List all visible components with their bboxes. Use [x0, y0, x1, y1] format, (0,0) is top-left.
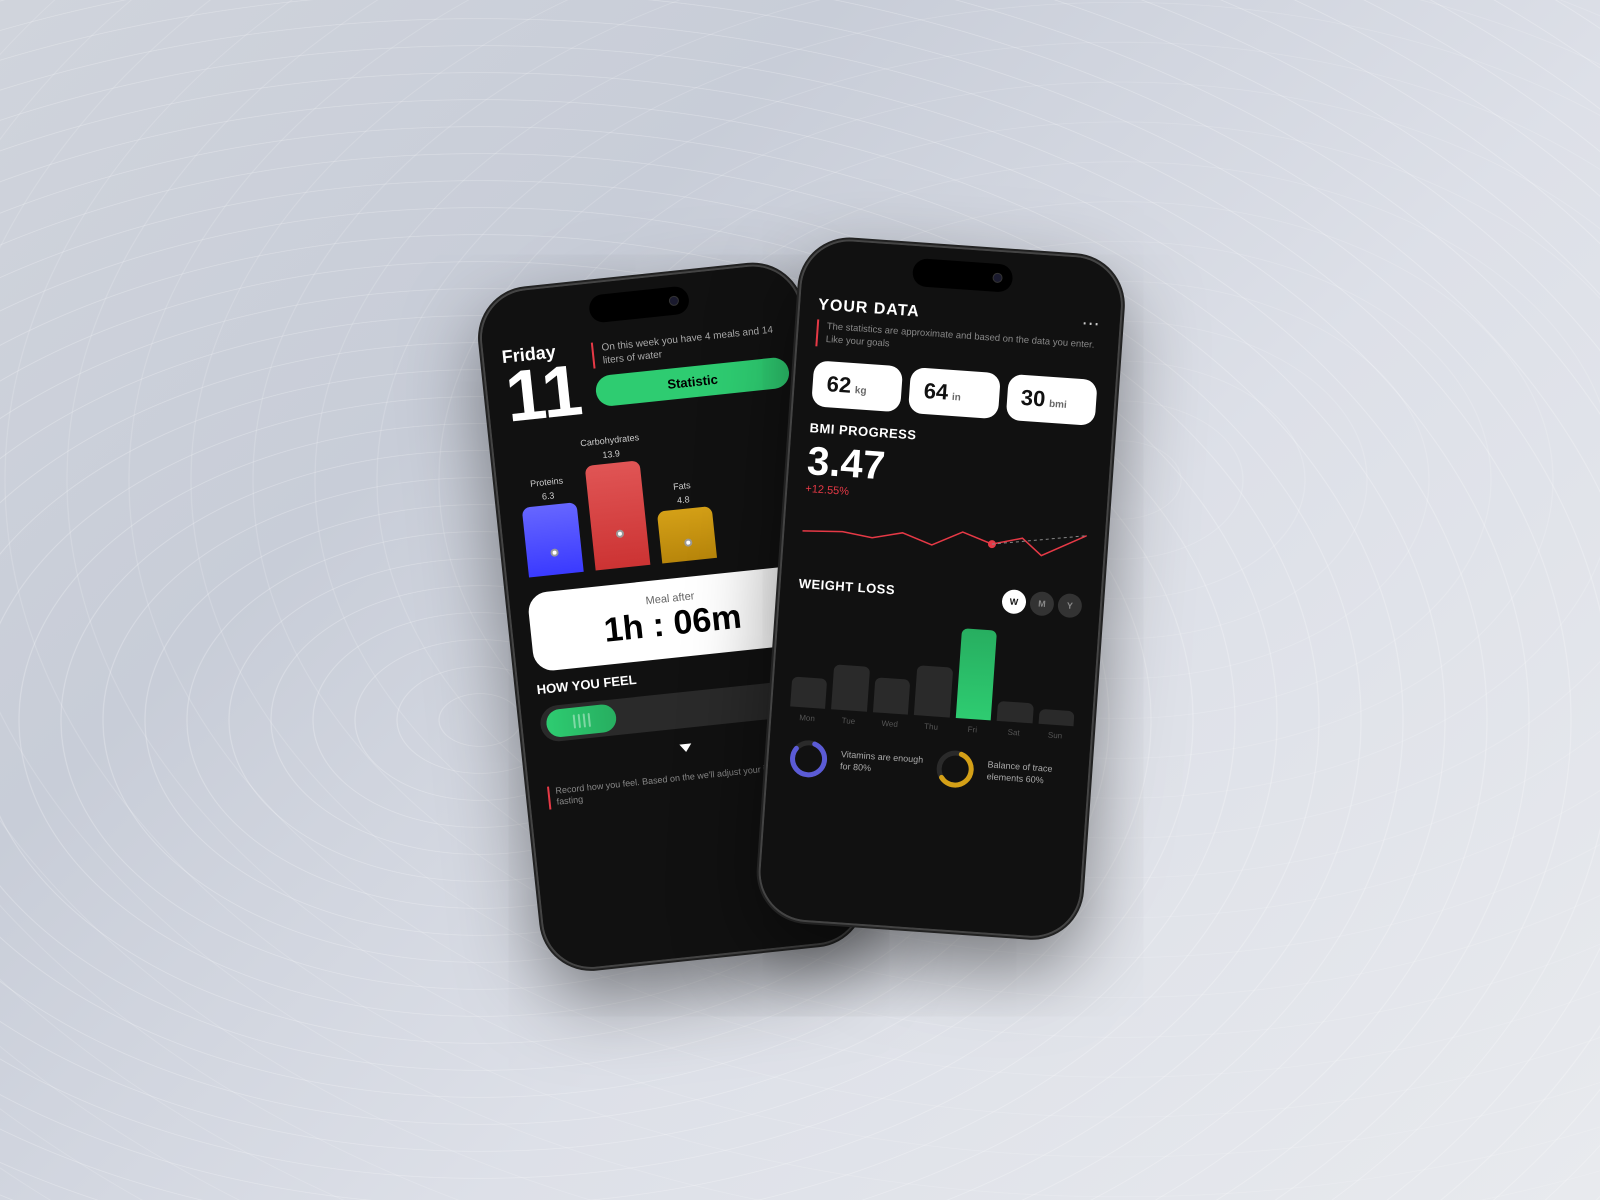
fats-bar-wrapper [657, 506, 717, 563]
nutrition-chart: Proteins 6.3 Carbohydrates 13.9 [511, 417, 808, 586]
trace-elements-donut [932, 745, 979, 792]
weight-bar-tue [832, 609, 874, 711]
day-label-mon: Mon [789, 712, 825, 723]
bmi-section: BMI PROGRESS 3.47 +12.55% [800, 420, 1093, 580]
feel-tick-4 [587, 713, 590, 727]
date-block: Friday 11 [501, 340, 585, 430]
phones-container: Friday 11 On this week you have 4 meals … [480, 260, 1120, 940]
feel-tick-2 [577, 714, 580, 728]
weight-bar-mon [790, 606, 832, 708]
bar-sun [1038, 708, 1074, 725]
period-btn-yearly[interactable]: Y [1057, 592, 1083, 618]
proteins-label: Proteins [530, 475, 564, 488]
bmi-unit: bmi [1049, 398, 1068, 410]
camera-left [668, 295, 679, 306]
weight-bar-wed [873, 612, 915, 714]
period-btn-monthly[interactable]: M [1029, 591, 1055, 617]
trace-elements-card: Balance of trace elements 60% [932, 745, 1072, 798]
stat-height: 64 in [908, 367, 1000, 419]
weight-unit: kg [854, 385, 866, 397]
bmi-chart-svg [800, 501, 1087, 581]
weight-bar-sat [997, 621, 1039, 723]
carbs-value: 13.9 [602, 448, 620, 460]
weight-bar-sun [1038, 624, 1080, 726]
stat-weight: 62 kg [811, 360, 903, 412]
bar-wed [873, 677, 911, 714]
proteins-value: 6.3 [541, 490, 554, 501]
header-right: On this week you have 4 meals and 14 lit… [591, 318, 791, 407]
day-number: 11 [503, 358, 585, 430]
weight-bar-fri [955, 618, 997, 720]
fats-value: 4.8 [677, 494, 690, 505]
carbs-bar-wrapper [585, 460, 651, 570]
weight-bar-chart [790, 606, 1080, 726]
bmi-chart [800, 501, 1087, 581]
notch-right [912, 258, 1014, 293]
feel-tick-1 [572, 714, 575, 728]
height-value: 64 [923, 378, 949, 406]
proteins-bar-group: Proteins 6.3 [519, 474, 584, 577]
weight-bar-thu [914, 615, 956, 717]
weight-value: 62 [826, 371, 852, 399]
fats-label: Fats [673, 480, 691, 492]
day-label-sun: Sun [1037, 729, 1073, 740]
period-buttons: W M Y [1001, 589, 1082, 619]
phone-right: YOUR DATA ⋯ The statistics are approxima… [757, 238, 1124, 939]
day-label-wed: Wed [872, 718, 908, 729]
day-label-sat: Sat [996, 726, 1032, 737]
stats-row: 62 kg 64 in 30 bmi [811, 360, 1098, 426]
weight-loss-title: WEIGHT LOSS [798, 576, 895, 598]
stat-bmi: 30 bmi [1005, 373, 1097, 425]
more-options-icon[interactable]: ⋯ [1081, 313, 1102, 335]
vitamins-donut [785, 735, 832, 782]
feel-tick-3 [582, 713, 585, 727]
proteins-bar [522, 502, 584, 577]
slider-arrow [679, 743, 692, 752]
bottom-cards: Vitamins are enough for 80% Balance of t… [785, 735, 1071, 799]
height-unit: in [952, 392, 962, 404]
bar-fri [955, 628, 997, 720]
notch-left [588, 285, 690, 323]
vitamins-card: Vitamins are enough for 80% [785, 735, 925, 788]
fats-bar [657, 506, 717, 563]
bmi-value: 30 [1020, 384, 1046, 412]
right-screen: YOUR DATA ⋯ The statistics are approxima… [757, 238, 1124, 939]
your-data-title: YOUR DATA [818, 296, 921, 321]
proteins-bar-wrapper [522, 502, 584, 577]
carbs-bar [585, 460, 651, 570]
left-header: Friday 11 On this week you have 4 meals … [501, 318, 792, 430]
bar-mon [790, 676, 827, 708]
period-btn-weekly[interactable]: W [1001, 589, 1027, 615]
bar-sat [997, 701, 1034, 723]
day-label-thu: Thu [913, 721, 949, 732]
vitamins-text: Vitamins are enough for 80% [840, 749, 924, 778]
day-label-tue: Tue [830, 715, 866, 726]
bar-thu [914, 665, 953, 717]
trace-elements-text: Balance of trace elements 60% [986, 759, 1070, 788]
carbs-label: Carbohydrates [580, 432, 640, 448]
day-label-fri: Fri [954, 724, 990, 735]
feel-fill [545, 703, 618, 738]
fats-bar-group: Fats 4.8 [654, 478, 717, 563]
weight-loss-section: WEIGHT LOSS W M Y [789, 574, 1083, 740]
bar-tue [832, 664, 870, 711]
camera-right [992, 272, 1003, 283]
carbs-bar-group: Carbohydrates 13.9 [580, 432, 653, 570]
bmi-trend-line [992, 529, 1087, 551]
